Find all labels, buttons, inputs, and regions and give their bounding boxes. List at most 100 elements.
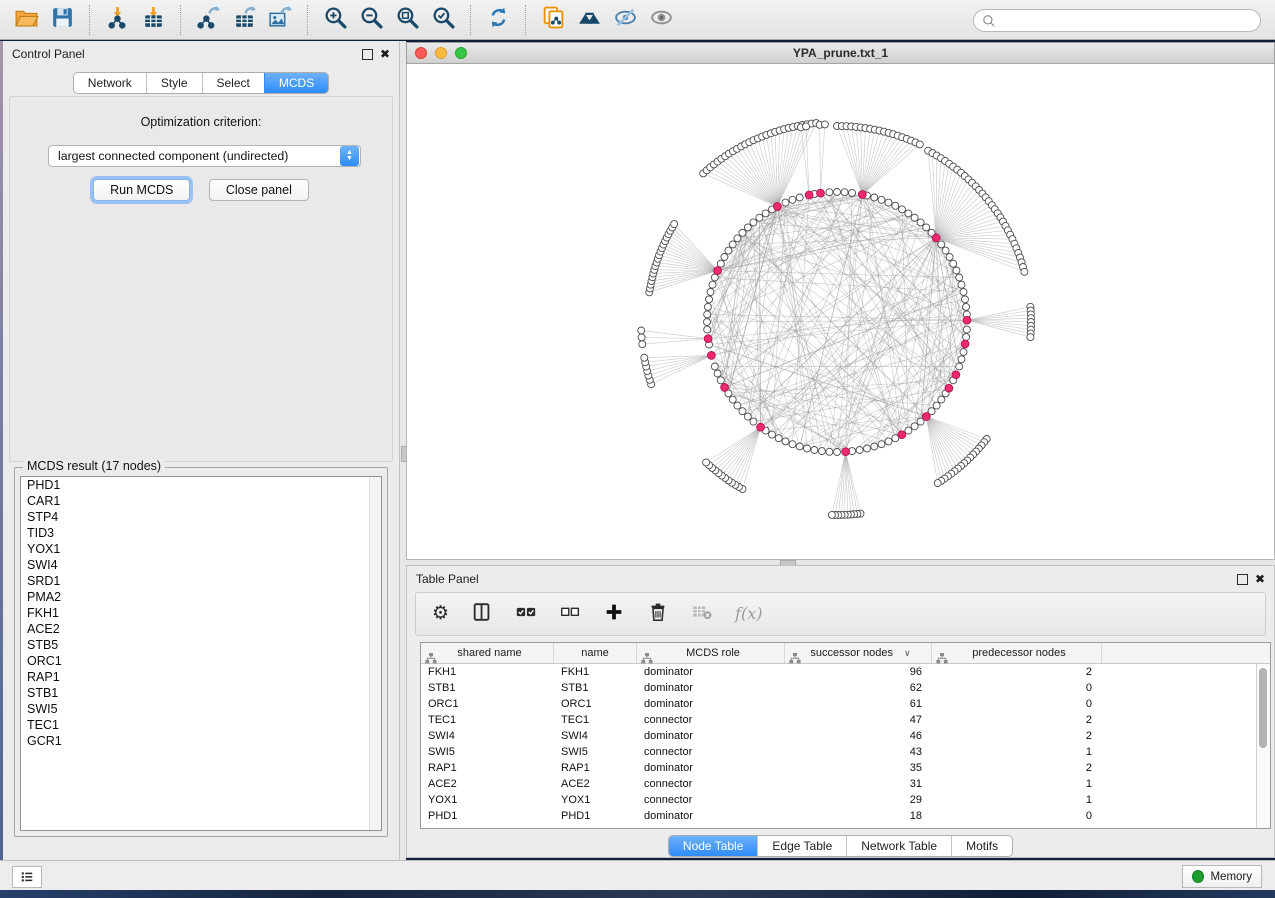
- mcds-result-item[interactable]: SWI5: [21, 701, 381, 717]
- cell-shared-name: RAP1: [421, 762, 554, 774]
- network-window-titlebar[interactable]: YPA_prune.txt_1: [406, 42, 1275, 64]
- network-canvas[interactable]: [406, 64, 1275, 560]
- tab-edge-table[interactable]: Edge Table: [757, 836, 846, 856]
- table-row[interactable]: STB1STB1dominator620: [421, 680, 1270, 696]
- deselect-all-button[interactable]: [559, 601, 581, 628]
- scrollbar-thumb[interactable]: [1259, 668, 1267, 748]
- table-row[interactable]: PHD1PHD1dominator180: [421, 808, 1270, 824]
- search-neighbors-button[interactable]: [571, 4, 607, 36]
- table-row[interactable]: RAP1RAP1dominator352: [421, 760, 1270, 776]
- table-row[interactable]: SWI5SWI5connector431: [421, 744, 1270, 760]
- mcds-result-item[interactable]: RAP1: [21, 669, 381, 685]
- result-list-scrollbar[interactable]: [369, 477, 381, 830]
- table-row[interactable]: SWI4SWI4dominator462: [421, 728, 1270, 744]
- mcds-result-item[interactable]: ORC1: [21, 653, 381, 669]
- table-row[interactable]: TEC1TEC1connector472: [421, 712, 1270, 728]
- column-header-successor-nodes[interactable]: successor nodes∨: [785, 643, 932, 663]
- table-row[interactable]: ORC1ORC1dominator610: [421, 696, 1270, 712]
- sort-descending-icon: ∨: [904, 648, 911, 659]
- mcds-result-item[interactable]: STP4: [21, 509, 381, 525]
- close-panel-icon[interactable]: ✖: [380, 49, 390, 59]
- tab-network[interactable]: Network: [74, 73, 146, 93]
- float-panel-icon[interactable]: [362, 49, 373, 60]
- open-file-button[interactable]: [8, 4, 44, 36]
- export-network-button[interactable]: [190, 4, 226, 36]
- columns-button[interactable]: [471, 601, 493, 628]
- float-panel-icon[interactable]: [1237, 574, 1248, 585]
- memory-button[interactable]: Memory: [1182, 865, 1262, 888]
- mcds-result-item[interactable]: ACE2: [21, 621, 381, 637]
- cell-name: SWI4: [554, 730, 637, 742]
- show-all-button[interactable]: [643, 4, 679, 36]
- export-table-icon: [232, 5, 257, 35]
- cell-MCDS-role: dominator: [637, 698, 785, 710]
- mcds-result-item[interactable]: PHD1: [21, 477, 381, 493]
- tab-style[interactable]: Style: [146, 73, 202, 93]
- task-history-button[interactable]: [12, 866, 42, 888]
- import-table-icon: [141, 5, 166, 35]
- show-all-icon: [649, 5, 674, 35]
- cell-shared-name: SWI4: [421, 730, 554, 742]
- table-row[interactable]: FKH1FKH1dominator962: [421, 664, 1270, 680]
- cell-shared-name: YOX1: [421, 794, 554, 806]
- zoom-fit-button[interactable]: [389, 4, 425, 36]
- add-row-button[interactable]: [603, 601, 625, 628]
- tab-network-table[interactable]: Network Table: [846, 836, 951, 856]
- mcds-result-title: MCDS result (17 nodes): [23, 459, 165, 473]
- save-session-button[interactable]: [44, 4, 80, 36]
- mcds-result-item[interactable]: YOX1: [21, 541, 381, 557]
- table-scrollbar[interactable]: [1256, 664, 1270, 828]
- table-panel-title: Table Panel: [416, 572, 479, 586]
- export-table-button[interactable]: [226, 4, 262, 36]
- mcds-result-item[interactable]: STB1: [21, 685, 381, 701]
- table-row[interactable]: YOX1YOX1connector291: [421, 792, 1270, 808]
- mcds-result-item[interactable]: SRD1: [21, 573, 381, 589]
- function-builder-icon: f(x): [735, 604, 762, 624]
- mcds-result-item[interactable]: FKH1: [21, 605, 381, 621]
- mcds-result-item[interactable]: SWI4: [21, 557, 381, 573]
- search-box[interactable]: [973, 9, 1261, 32]
- tab-motifs[interactable]: Motifs: [951, 836, 1012, 856]
- mcds-result-item[interactable]: PMA2: [21, 589, 381, 605]
- tab-node-table[interactable]: Node Table: [669, 836, 758, 856]
- zoom-in-button[interactable]: [317, 4, 353, 36]
- cell-predecessor-nodes: 1: [932, 794, 1102, 806]
- cell-successor-nodes: 47: [785, 714, 932, 726]
- hide-selected-button[interactable]: [607, 4, 643, 36]
- import-table-button[interactable]: [135, 4, 171, 36]
- select-all-button[interactable]: [515, 601, 537, 628]
- import-network-button[interactable]: [99, 4, 135, 36]
- close-panel-icon[interactable]: ✖: [1255, 574, 1265, 584]
- column-header-MCDS-role[interactable]: MCDS role: [637, 643, 785, 663]
- mcds-result-item[interactable]: STB5: [21, 637, 381, 653]
- run-mcds-button[interactable]: Run MCDS: [93, 179, 190, 201]
- zoom-selected-button[interactable]: [425, 4, 461, 36]
- column-header-shared-name[interactable]: shared name: [421, 643, 554, 663]
- delete-row-button[interactable]: [647, 601, 669, 628]
- settings-button[interactable]: ⚙: [432, 604, 449, 624]
- tab-select[interactable]: Select: [202, 73, 264, 93]
- column-header-name[interactable]: name: [554, 643, 637, 663]
- search-input[interactable]: [996, 11, 1260, 31]
- toolbar-separator: [525, 5, 526, 35]
- mcds-result-item[interactable]: GCR1: [21, 733, 381, 749]
- export-image-button[interactable]: [262, 4, 298, 36]
- copy-network-button[interactable]: [535, 4, 571, 36]
- close-panel-button[interactable]: Close panel: [209, 179, 309, 201]
- mcds-result-list[interactable]: PHD1CAR1STP4TID3YOX1SWI4SRD1PMA2FKH1ACE2…: [20, 476, 382, 831]
- cell-successor-nodes: 43: [785, 746, 932, 758]
- optimization-criterion-select[interactable]: largest connected component (undirected)…: [48, 145, 361, 167]
- column-header-predecessor-nodes[interactable]: predecessor nodes: [932, 643, 1102, 663]
- refresh-button[interactable]: [480, 4, 516, 36]
- main-toolbar: [0, 0, 1275, 40]
- mcds-result-item[interactable]: TID3: [21, 525, 381, 541]
- mcds-result-item[interactable]: CAR1: [21, 493, 381, 509]
- export-network-icon: [196, 5, 221, 35]
- mcds-result-item[interactable]: TEC1: [21, 717, 381, 733]
- table-row[interactable]: ACE2ACE2connector311: [421, 776, 1270, 792]
- tab-mcds[interactable]: MCDS: [264, 73, 328, 93]
- delete-row-icon: [647, 601, 669, 628]
- node-table[interactable]: shared namenameMCDS rolesuccessor nodes∨…: [420, 642, 1271, 829]
- zoom-out-button[interactable]: [353, 4, 389, 36]
- cell-successor-nodes: 62: [785, 682, 932, 694]
